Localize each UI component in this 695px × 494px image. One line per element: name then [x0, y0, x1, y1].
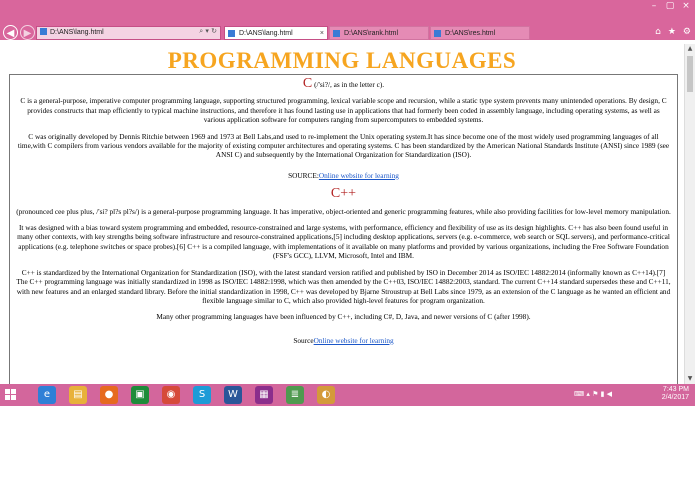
c-paragraph-2: C was originally developed by Dennis Rit… [17, 131, 670, 160]
settings-gear-icon[interactable]: ⚙ [683, 27, 691, 37]
cpp-paragraph-1: (pronounced cee plus plus, /'si? pl?s pl… [16, 206, 671, 216]
address-bar[interactable]: D:\ANS\lang.html ⌕ ▾ ↻ [36, 26, 221, 40]
taskbar: e ▤ ● ▣ ◉ S W ▦ ≣ ◐ ⌨ ▴ ⚑ ▮ ◀ 7:43 PM 2/4/2017 [0, 384, 695, 406]
internet-explorer-icon[interactable]: e [38, 386, 56, 404]
address-tools[interactable]: ⌕ ▾ ↻ [199, 27, 217, 36]
system-tray-icons[interactable]: ⌨ ▴ ⚑ ▮ ◀ [574, 390, 612, 398]
clock-date: 2/4/2017 [661, 394, 689, 401]
winrar-icon[interactable]: ▦ [255, 386, 273, 404]
skype-icon[interactable]: S [193, 386, 211, 404]
tab-lang[interactable]: D:\ANS\lang.html × [224, 26, 328, 40]
cpp-paragraph-4: Many other programming languages have be… [156, 312, 531, 322]
forward-button[interactable]: ▶ [20, 25, 35, 40]
back-button[interactable]: ◀ [3, 25, 18, 40]
vertical-scrollbar[interactable]: ▲ ▼ [684, 44, 695, 384]
page-viewport: PROGRAMMING LANGUAGES C (/'si?/, as in t… [0, 44, 684, 384]
paint-icon[interactable]: ◐ [317, 386, 335, 404]
tab-close-icon[interactable]: × [320, 27, 324, 39]
cpp-source-label: Source [293, 335, 314, 345]
c-pronunciation: (/'si?/, as in the letter c). [314, 80, 385, 89]
page-favicon-icon [40, 28, 47, 35]
cpp-paragraph-3: C++ is standardized by the International… [16, 267, 671, 305]
c-paragraph-1: C is a general-purpose, imperative compu… [20, 96, 667, 125]
cpp-heading: C++ [16, 186, 671, 202]
close-button[interactable]: × [681, 1, 691, 12]
scroll-up-arrow-icon[interactable]: ▲ [685, 44, 695, 54]
clock-time: 7:43 PM [662, 386, 689, 393]
tab-label: D:\ANS\res.html [445, 30, 496, 37]
c-title: C [302, 76, 313, 91]
notepad-icon[interactable]: ≣ [286, 386, 304, 404]
tab-favicon-icon [333, 30, 340, 37]
chrome-icon[interactable]: ◉ [162, 386, 180, 404]
home-icon[interactable]: ⌂ [655, 27, 661, 37]
file-explorer-icon[interactable]: ▤ [69, 386, 87, 404]
tab-favicon-icon [228, 30, 235, 37]
maximize-button[interactable]: ▢ [665, 1, 675, 12]
c-source-label: SOURCE: [288, 170, 319, 180]
c-source-link[interactable]: Online website for learning [319, 171, 399, 180]
blank-area [0, 406, 695, 494]
minimize-button[interactable]: – [649, 1, 659, 12]
firefox-icon[interactable]: ● [100, 386, 118, 404]
cpp-paragraph-2: It was designed with a bias toward syste… [17, 223, 670, 261]
cpp-source-link[interactable]: Online website for learning [314, 336, 394, 345]
content-box: C (/'si?/, as in the letter c). C is a g… [9, 74, 678, 384]
browser-chrome: – ▢ × ◀ ▶ D:\ANS\lang.html ⌕ ▾ ↻ D:\ANS\… [0, 0, 695, 40]
scroll-thumb[interactable] [687, 56, 693, 92]
word-icon[interactable]: W [224, 386, 242, 404]
forward-arrow-icon: ▶ [23, 28, 32, 39]
tab-label: D:\ANS\rank.html [344, 30, 399, 37]
window-buttons: – ▢ × [649, 1, 691, 12]
store-icon[interactable]: ▣ [131, 386, 149, 404]
back-arrow-icon: ◀ [6, 28, 15, 39]
tab-res[interactable]: D:\ANS\res.html [430, 26, 530, 40]
title-bar: – ▢ × [0, 0, 695, 17]
windows-start-icon[interactable] [5, 389, 17, 401]
c-heading: C (/'si?/, as in the letter c). [16, 76, 671, 91]
cpp-source: SourceOnline website for learning [16, 336, 671, 345]
tab-rank[interactable]: D:\ANS\rank.html [329, 26, 429, 40]
clock[interactable]: 7:43 PM 2/4/2017 [662, 386, 689, 404]
cpp-title: C++ [330, 186, 357, 202]
address-text[interactable]: D:\ANS\lang.html [50, 29, 104, 36]
page-title: PROGRAMMING LANGUAGES [167, 48, 517, 73]
favorites-star-icon[interactable]: ★ [668, 27, 676, 37]
c-source: SOURCE:Online website for learning [16, 171, 671, 180]
navigation-row: ◀ ▶ D:\ANS\lang.html ⌕ ▾ ↻ D:\ANS\lang.h… [0, 24, 695, 44]
scroll-down-arrow-icon[interactable]: ▼ [685, 374, 695, 384]
browser-toolbar-icons: ⌂ ★ ⚙ [655, 27, 691, 37]
tab-favicon-icon [434, 30, 441, 37]
tab-label: D:\ANS\lang.html [239, 30, 293, 37]
